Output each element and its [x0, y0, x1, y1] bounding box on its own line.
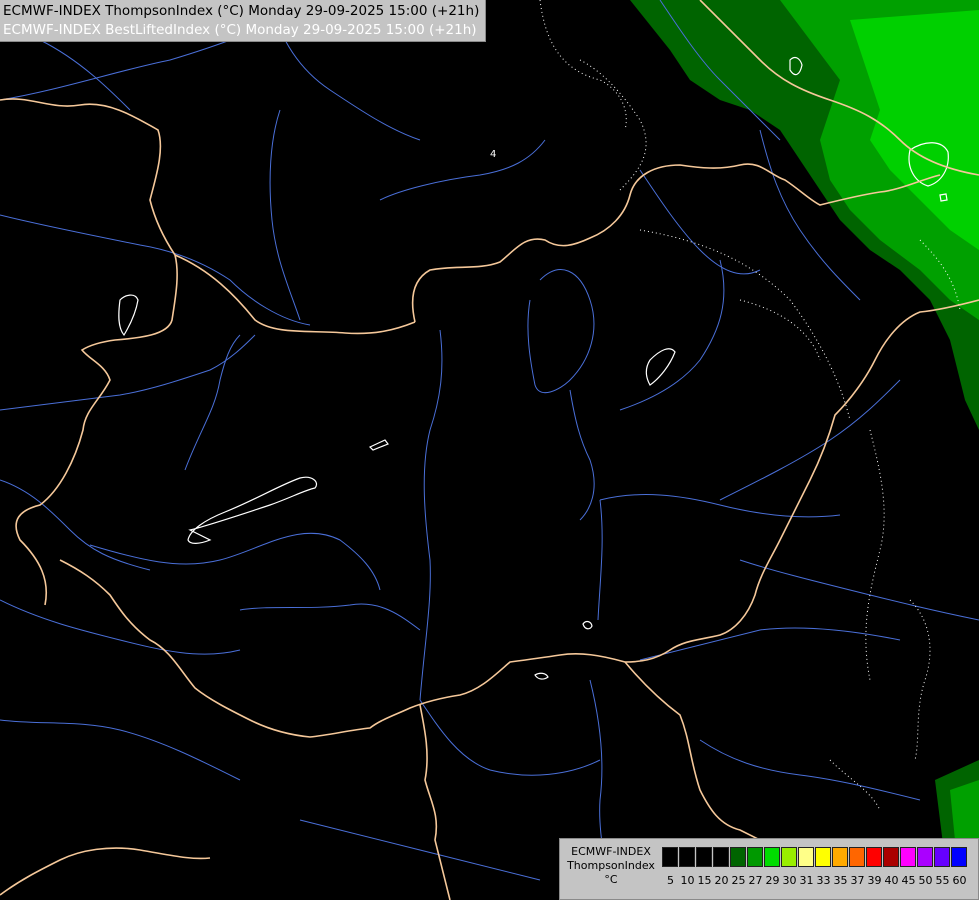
legend-swatch: [696, 847, 712, 867]
legend-swatch: [781, 847, 797, 867]
title-best-lifted-index: ECMWF-INDEX BestLiftedIndex (°C) Monday …: [3, 22, 477, 38]
legend-swatch: [866, 847, 882, 867]
legend-swatch: [849, 847, 865, 867]
title-thompson-index: ECMWF-INDEX ThompsonIndex (°C) Monday 29…: [3, 3, 480, 19]
legend-swatch: [730, 847, 746, 867]
legend-swatch: [934, 847, 950, 867]
color-legend: ECMWF-INDEX ThompsonIndex °C 5 10 15 20 25 27…: [559, 838, 979, 900]
legend-swatch: [713, 847, 729, 867]
legend-swatch: [798, 847, 814, 867]
legend-swatch: [679, 847, 695, 867]
legend-swatch: [832, 847, 848, 867]
map-canvas[interactable]: 4: [0, 0, 979, 900]
contour-label: 4: [490, 149, 496, 160]
legend-title-line-1: ECMWF-INDEX: [571, 845, 651, 858]
legend-swatch: [764, 847, 780, 867]
legend-title: ECMWF-INDEX ThompsonIndex °C: [562, 845, 660, 887]
map-title-box: ECMWF-INDEX ThompsonIndex (°C) Monday 29…: [0, 0, 487, 42]
legend-title-line-3: °C: [604, 873, 618, 886]
legend-swatch: [951, 847, 967, 867]
legend-swatch: [883, 847, 899, 867]
legend-swatch: [815, 847, 831, 867]
legend-tick-label: 60: [952, 874, 967, 887]
legend-swatch: [662, 847, 678, 867]
legend-title-line-2: ThompsonIndex: [567, 859, 655, 872]
legend-swatch: [747, 847, 763, 867]
legend-swatch: [917, 847, 933, 867]
legend-swatch: [900, 847, 916, 867]
